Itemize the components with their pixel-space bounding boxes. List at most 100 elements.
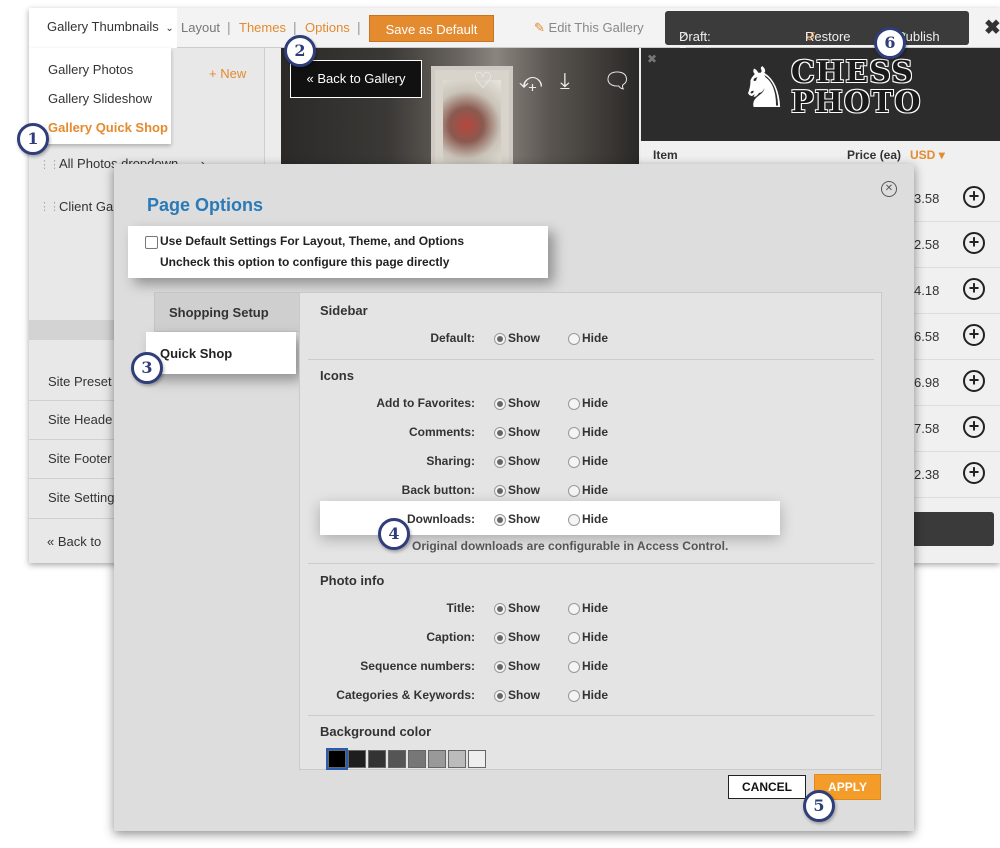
price-cell: 7.58 bbox=[914, 421, 940, 436]
section-title-sidebar: Sidebar bbox=[320, 303, 368, 318]
cancel-button[interactable]: CANCEL bbox=[728, 775, 806, 799]
color-swatch[interactable] bbox=[348, 750, 366, 768]
add-circle-icon[interactable]: + bbox=[963, 278, 985, 300]
use-default-settings-option: Use Default Settings For Layout, Theme, … bbox=[128, 226, 548, 278]
site-settings-item[interactable]: Site Setting bbox=[48, 490, 115, 505]
hide-radio[interactable] bbox=[568, 632, 580, 644]
add-circle-icon[interactable]: + bbox=[963, 232, 985, 254]
callout-badge: 4 bbox=[378, 518, 410, 550]
layout-tab[interactable]: Layout bbox=[181, 20, 220, 35]
hide-radio[interactable] bbox=[568, 398, 580, 410]
option-label: Default: bbox=[430, 331, 475, 345]
color-swatch[interactable] bbox=[468, 750, 486, 768]
callout-badge: 6 bbox=[874, 27, 906, 59]
heart-icon[interactable]: ♡ bbox=[473, 68, 493, 94]
edit-gallery-link[interactable]: ✎ Edit This Gallery bbox=[534, 20, 644, 36]
chevron-down-icon: ⌄ bbox=[165, 23, 174, 34]
use-default-label: Use Default Settings For Layout, Theme, … bbox=[160, 234, 465, 248]
hide-radio[interactable] bbox=[568, 427, 580, 439]
show-radio[interactable] bbox=[494, 333, 506, 345]
show-label: Show bbox=[508, 659, 540, 673]
menu-item-gallery-slideshow[interactable]: Gallery Slideshow bbox=[48, 91, 152, 106]
site-header-item[interactable]: Site Heade bbox=[48, 412, 112, 427]
drag-handle-icon[interactable]: ⋮⋮ bbox=[39, 200, 60, 213]
new-button[interactable]: + New bbox=[209, 66, 246, 81]
close-icon[interactable]: ✖ bbox=[647, 52, 657, 66]
close-icon[interactable]: ✕ bbox=[881, 181, 897, 197]
publish-toolbar: Draft: Preview ↗ ↺ Restore ✔ Publish bbox=[665, 11, 969, 59]
hide-radio[interactable] bbox=[568, 690, 580, 702]
show-label: Show bbox=[508, 688, 540, 702]
price-cell: 3.58 bbox=[914, 191, 940, 206]
show-label: Show bbox=[508, 601, 540, 615]
callout-badge: 3 bbox=[131, 352, 163, 384]
show-label: Show bbox=[508, 512, 540, 526]
show-radio[interactable] bbox=[494, 427, 506, 439]
color-swatch[interactable] bbox=[448, 750, 466, 768]
hide-radio[interactable] bbox=[568, 333, 580, 345]
callout-badge: 1 bbox=[17, 123, 49, 155]
tab-shopping-setup[interactable]: Shopping Setup bbox=[154, 292, 300, 332]
add-circle-icon[interactable]: + bbox=[963, 462, 985, 484]
currency-select[interactable]: USD ▾ bbox=[910, 148, 945, 162]
hide-label: Hide bbox=[582, 483, 609, 497]
callout-badge: 5 bbox=[803, 790, 835, 822]
show-radio[interactable] bbox=[494, 632, 506, 644]
option-label: Title: bbox=[446, 601, 475, 615]
option-label: Back button: bbox=[401, 483, 475, 497]
show-radio[interactable] bbox=[494, 514, 506, 526]
site-footer-item[interactable]: Site Footer bbox=[48, 451, 112, 466]
show-radio[interactable] bbox=[494, 398, 506, 410]
show-radio[interactable] bbox=[494, 456, 506, 468]
save-as-default-button[interactable]: Save as Default bbox=[369, 15, 494, 42]
back-link[interactable]: « Back to bbox=[47, 534, 101, 549]
color-swatch[interactable] bbox=[428, 750, 446, 768]
download-icon[interactable]: ⤓ bbox=[560, 68, 570, 94]
show-radio[interactable] bbox=[494, 661, 506, 673]
downloads-note: Original downloads are configurable in A… bbox=[412, 539, 729, 553]
close-icon[interactable]: ✖ bbox=[984, 15, 1000, 40]
hide-label: Hide bbox=[582, 659, 609, 673]
hide-radio[interactable] bbox=[568, 514, 580, 526]
restore-label: Restore bbox=[805, 29, 851, 44]
logo-line-1: CHESS bbox=[791, 55, 914, 90]
show-radio[interactable] bbox=[494, 485, 506, 497]
list-item[interactable]: Client Ga bbox=[59, 199, 113, 214]
cart-action-button[interactable] bbox=[911, 512, 994, 546]
menu-item-gallery-quick-shop[interactable]: Gallery Quick Shop bbox=[48, 120, 168, 135]
comment-icon[interactable]: 🗨 bbox=[603, 68, 631, 94]
gallery-view-menu[interactable]: Gallery Thumbnails ⌄ bbox=[29, 8, 177, 48]
add-circle-icon[interactable]: + bbox=[963, 370, 985, 392]
menu-item-gallery-photos[interactable]: Gallery Photos bbox=[48, 62, 133, 77]
hide-radio[interactable] bbox=[568, 603, 580, 615]
site-preset-item[interactable]: Site Preset bbox=[48, 374, 112, 389]
knight-icon: ♞ bbox=[739, 56, 790, 119]
share-icon[interactable]: ⤽ bbox=[519, 68, 543, 94]
themes-tab[interactable]: Themes bbox=[239, 20, 286, 35]
color-swatch[interactable] bbox=[368, 750, 386, 768]
price-cell: 4.18 bbox=[914, 283, 940, 298]
tab-quick-shop[interactable]: Quick Shop bbox=[146, 332, 296, 374]
back-to-gallery-button[interactable]: « Back to Gallery bbox=[290, 60, 422, 98]
color-swatch[interactable] bbox=[408, 750, 426, 768]
show-radio[interactable] bbox=[494, 603, 506, 615]
back-to-gallery-label: Back to Gallery bbox=[317, 71, 406, 86]
hide-radio[interactable] bbox=[568, 661, 580, 673]
hide-label: Hide bbox=[582, 396, 609, 410]
hide-radio[interactable] bbox=[568, 485, 580, 497]
use-default-checkbox[interactable] bbox=[145, 236, 158, 249]
color-swatch[interactable] bbox=[388, 750, 406, 768]
options-tab[interactable]: Options bbox=[305, 20, 350, 35]
add-circle-icon[interactable]: + bbox=[963, 324, 985, 346]
show-label: Show bbox=[508, 331, 540, 345]
new-button-label: New bbox=[220, 66, 247, 81]
gallery-view-dropdown: Gallery Photos Gallery Slideshow Gallery… bbox=[29, 48, 171, 144]
show-radio[interactable] bbox=[494, 690, 506, 702]
add-circle-icon[interactable]: + bbox=[963, 186, 985, 208]
color-swatch[interactable] bbox=[326, 748, 348, 770]
drag-handle-icon[interactable]: ⋮⋮ bbox=[39, 158, 60, 171]
add-circle-icon[interactable]: + bbox=[963, 416, 985, 438]
caret-down-icon: ▾ bbox=[938, 148, 945, 162]
hide-radio[interactable] bbox=[568, 456, 580, 468]
divider: | bbox=[357, 19, 361, 35]
